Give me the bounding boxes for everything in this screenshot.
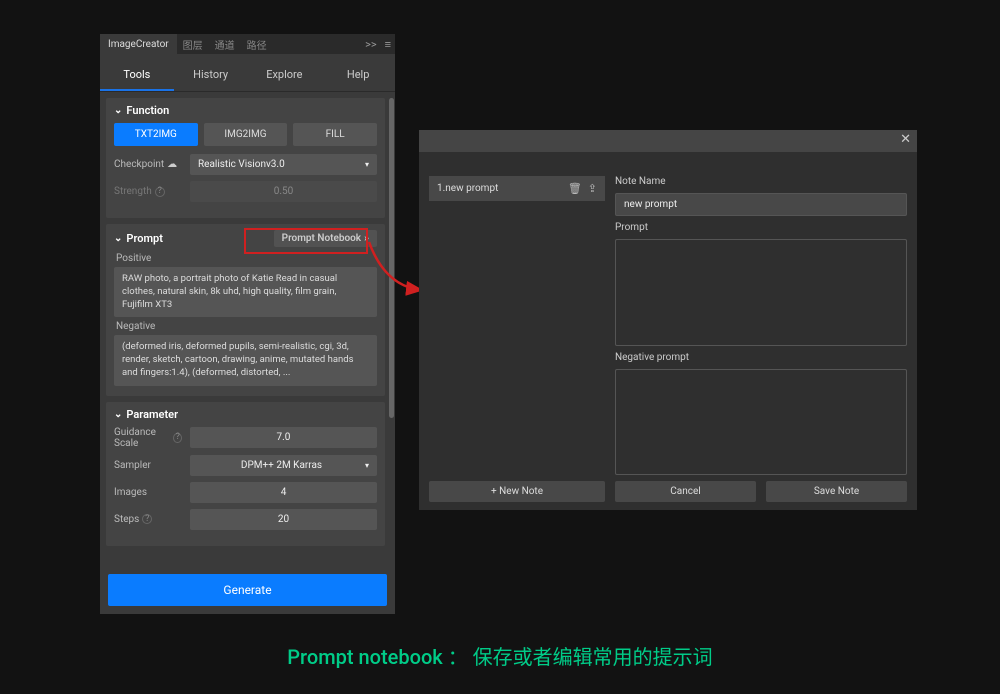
- dialog-negative-label: Negative prompt: [615, 352, 907, 363]
- expand-icon: »: [364, 233, 369, 244]
- checkpoint-value: Realistic Visionv3.0: [198, 159, 285, 170]
- help-icon[interactable]: ?: [173, 433, 182, 443]
- tab-explore[interactable]: Explore: [248, 62, 322, 91]
- panel-tab-imagecreator[interactable]: ImageCreator: [100, 34, 177, 54]
- cloud-icon[interactable]: ☁: [167, 159, 177, 170]
- panel-tab-layers[interactable]: 图层: [177, 34, 209, 55]
- img2img-button[interactable]: IMG2IMG: [204, 123, 288, 146]
- new-note-button[interactable]: + New Note: [429, 481, 605, 502]
- steps-value[interactable]: 20: [190, 509, 377, 530]
- section-header-prompt[interactable]: ⌄ Prompt Prompt Notebook »: [114, 230, 377, 247]
- help-icon[interactable]: ?: [155, 187, 165, 197]
- checkpoint-select[interactable]: Realistic Visionv3.0 ▾: [190, 154, 377, 175]
- note-name-input[interactable]: new prompt: [615, 193, 907, 216]
- chevron-down-icon: ⌄: [114, 409, 122, 420]
- guidance-value[interactable]: 7.0: [190, 427, 377, 448]
- chevron-down-icon: ⌄: [114, 233, 122, 244]
- help-icon[interactable]: ?: [142, 514, 152, 524]
- prompt-notebook-label: Prompt Notebook: [282, 233, 361, 244]
- section-prompt: ⌄ Prompt Prompt Notebook » Positive RAW …: [106, 224, 385, 396]
- chevron-down-icon: ▾: [365, 160, 369, 169]
- sampler-label: Sampler: [114, 460, 182, 471]
- strength-label: Strength: [114, 186, 152, 197]
- dialog-negative-input[interactable]: [615, 369, 907, 476]
- negative-prompt-text[interactable]: (deformed iris, deformed pupils, semi-re…: [114, 335, 377, 385]
- section-parameter: ⌄ Parameter Guidance Scale? 7.0 Sampler …: [106, 402, 385, 546]
- section-header-function[interactable]: ⌄ Function: [114, 104, 377, 117]
- scrollbar-thumb[interactable]: [389, 98, 394, 418]
- checkpoint-label: Checkpoint: [114, 159, 164, 170]
- scrollbar[interactable]: [389, 98, 394, 562]
- tab-help[interactable]: Help: [321, 62, 395, 91]
- section-function: ⌄ Function TXT2IMG IMG2IMG FILL Checkpoi…: [106, 98, 385, 218]
- chevron-down-icon: ⌄: [114, 105, 122, 116]
- delete-icon[interactable]: 🗑: [568, 182, 582, 195]
- note-item-name: 1.new prompt: [437, 183, 562, 194]
- main-tabs: Tools History Explore Help: [100, 54, 395, 92]
- export-icon[interactable]: ⇪: [588, 182, 597, 195]
- steps-label: Steps: [114, 514, 139, 525]
- cancel-button[interactable]: Cancel: [615, 481, 756, 502]
- chevron-down-icon: ▾: [365, 461, 369, 470]
- strength-value: 0.50: [190, 181, 377, 202]
- images-value[interactable]: 4: [190, 482, 377, 503]
- dialog-prompt-input[interactable]: [615, 239, 907, 346]
- prompt-title: Prompt: [126, 232, 163, 245]
- note-list-item[interactable]: 1.new prompt 🗑 ⇪: [429, 176, 605, 201]
- txt2img-button[interactable]: TXT2IMG: [114, 123, 198, 146]
- collapse-icon[interactable]: >>: [361, 38, 381, 51]
- tab-history[interactable]: History: [174, 62, 248, 91]
- note-name-label: Note Name: [615, 176, 907, 187]
- panel-tab-channels[interactable]: 通道: [209, 34, 241, 55]
- prompt-notebook-button[interactable]: Prompt Notebook »: [274, 230, 377, 247]
- caption-text: Prompt notebook ： 保存或者编辑常用的提示词: [0, 641, 1000, 670]
- note-list-pane: 1.new prompt 🗑 ⇪ + New Note: [429, 176, 605, 502]
- positive-prompt-text[interactable]: RAW photo, a portrait photo of Katie Rea…: [114, 267, 377, 317]
- positive-label: Positive: [116, 253, 377, 264]
- panel-tab-paths[interactable]: 路径: [241, 34, 273, 55]
- parameter-title: Parameter: [126, 408, 178, 421]
- close-icon[interactable]: ✕: [900, 132, 911, 147]
- dialog-titlebar: ✕: [419, 130, 917, 152]
- imagecreator-panel: ImageCreator 图层 通道 路径 >> ≡ Tools History…: [100, 34, 395, 614]
- panel-titlebar: ImageCreator 图层 通道 路径 >> ≡: [100, 34, 395, 54]
- save-note-button[interactable]: Save Note: [766, 481, 907, 502]
- note-edit-pane: Note Name new prompt Prompt Negative pro…: [615, 176, 907, 502]
- menu-icon[interactable]: ≡: [381, 38, 395, 51]
- sampler-select[interactable]: DPM++ 2M Karras ▾: [190, 455, 377, 476]
- images-label: Images: [114, 487, 182, 498]
- section-header-parameter[interactable]: ⌄ Parameter: [114, 408, 377, 421]
- negative-label: Negative: [116, 321, 377, 332]
- tab-tools[interactable]: Tools: [100, 62, 174, 91]
- prompt-notebook-dialog: ✕ 1.new prompt 🗑 ⇪ + New Note Note Name …: [419, 130, 917, 510]
- sampler-value: DPM++ 2M Karras: [198, 460, 365, 471]
- guidance-label: Guidance Scale: [114, 427, 170, 449]
- dialog-prompt-label: Prompt: [615, 222, 907, 233]
- function-title: Function: [126, 104, 169, 117]
- fill-button[interactable]: FILL: [293, 123, 377, 146]
- generate-button[interactable]: Generate: [108, 574, 387, 606]
